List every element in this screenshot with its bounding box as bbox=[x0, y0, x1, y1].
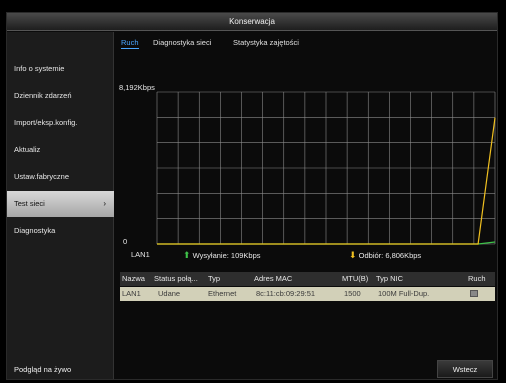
cell-type: Ethernet bbox=[208, 289, 237, 298]
send-legend-label: Wysyłanie: 109Kbps bbox=[192, 251, 261, 260]
sidebar-item-diagnostics[interactable]: Diagnostyka bbox=[7, 218, 114, 244]
traffic-chart: 8,192Kbps 0 bbox=[115, 32, 497, 262]
column-header-traffic: Ruch bbox=[468, 274, 486, 283]
table-row[interactable]: LAN1 Udane Ethernet 8c:11:cb:09:29:51 15… bbox=[120, 287, 495, 301]
sidebar-item-import-export-config[interactable]: Import/eksp.konfig. bbox=[7, 110, 114, 136]
maintenance-window: Konserwacja Info o systemie Dziennik zda… bbox=[6, 12, 498, 380]
column-header-nic-type: Typ NIC bbox=[376, 274, 404, 283]
cell-mtu: 1500 bbox=[344, 289, 361, 298]
window-title: Konserwacja bbox=[7, 13, 497, 31]
column-header-name: Nazwa bbox=[122, 274, 145, 283]
traffic-chart-plot bbox=[156, 91, 496, 245]
sidebar-item-label: Test sieci bbox=[14, 199, 45, 208]
back-button[interactable]: Wstecz bbox=[437, 360, 493, 378]
cell-name: LAN1 bbox=[122, 289, 141, 298]
sidebar-item-factory-defaults[interactable]: Ustaw.fabryczne bbox=[7, 164, 114, 190]
sidebar-item-upgrade[interactable]: Aktualiz bbox=[7, 137, 114, 163]
column-header-mac: Adres MAC bbox=[254, 274, 293, 283]
column-header-status: Status połą... bbox=[154, 274, 198, 283]
sidebar-item-event-log[interactable]: Dziennik zdarzeń bbox=[7, 83, 114, 109]
main-panel: Ruch Diagnostyka sieci Statystyka zajęto… bbox=[115, 32, 497, 379]
column-header-mtu: MTU(B) bbox=[342, 274, 369, 283]
cell-mac: 8c:11:cb:09:29:51 bbox=[256, 289, 316, 298]
receive-legend: ⬇ Odbiór: 6,806Kbps bbox=[349, 250, 421, 261]
send-legend: ⬆ Wysyłanie: 109Kbps bbox=[183, 250, 261, 261]
traffic-graph-icon[interactable] bbox=[470, 290, 478, 297]
chevron-right-icon: › bbox=[103, 199, 106, 208]
live-view-button[interactable]: Podgląd na żywo bbox=[9, 360, 93, 378]
receive-legend-label: Odbiór: 6,806Kbps bbox=[358, 251, 422, 260]
column-header-type: Typ bbox=[208, 274, 221, 283]
arrow-down-icon: ⬇ bbox=[349, 250, 357, 260]
cell-status: Udane bbox=[158, 289, 181, 298]
interface-label: LAN1 bbox=[131, 250, 150, 259]
sidebar-item-network-test[interactable]: Test sieci › bbox=[7, 191, 114, 217]
arrow-up-icon: ⬆ bbox=[183, 250, 191, 260]
cell-nic-type: 100M Full-Dup. bbox=[378, 289, 430, 298]
sidebar: Info o systemie Dziennik zdarzeń Import/… bbox=[7, 32, 114, 379]
sidebar-item-system-info[interactable]: Info o systemie bbox=[7, 56, 114, 82]
table-header: Nazwa Status połą... Typ Adres MAC MTU(B… bbox=[120, 272, 495, 286]
